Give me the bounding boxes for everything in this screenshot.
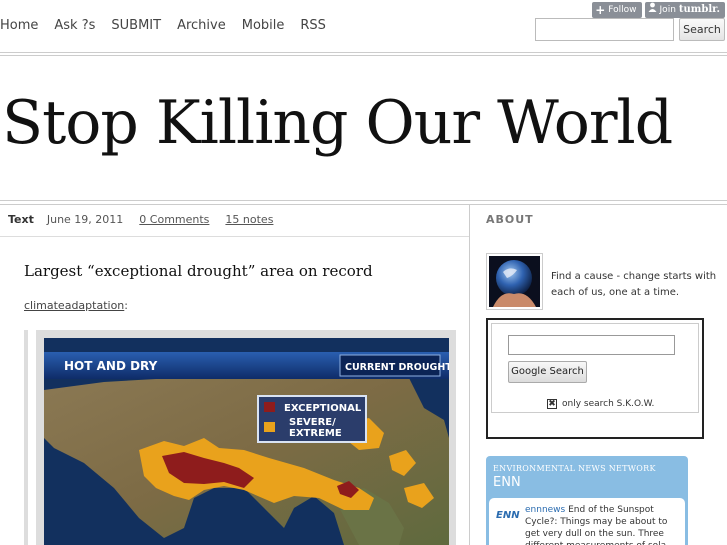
enn-item-text: ennnews End of the Sunspot Cycle?: Thing…	[525, 504, 682, 545]
meta-divider	[0, 236, 469, 237]
follow-label: Follow	[608, 5, 637, 15]
header-divider-bottom	[0, 55, 727, 56]
join-tumblr-button[interactable]: Join tumblr.	[644, 2, 725, 18]
follow-button[interactable]: + Follow	[592, 2, 642, 18]
search-button[interactable]: Search	[679, 18, 725, 41]
tumblr-brand: tumblr.	[678, 4, 720, 15]
nav-rss[interactable]: RSS	[300, 18, 326, 33]
notes-link[interactable]: 15 notes	[225, 213, 273, 226]
site-only-label: only search S.K.O.W.	[562, 399, 655, 409]
user-icon	[648, 2, 657, 18]
enn-logo: ENN	[496, 510, 520, 521]
site-title[interactable]: Stop Killing Our World	[2, 88, 673, 158]
nav-submit[interactable]: SUBMIT	[111, 18, 161, 33]
blockquote-bar	[24, 330, 28, 545]
top-nav: Home Ask ?s SUBMIT Archive Mobile RSS	[0, 18, 342, 33]
join-label: Join	[659, 5, 676, 15]
map-header-left: HOT AND DRY	[64, 359, 158, 373]
about-text: Find a cause - change starts with each o…	[551, 271, 717, 298]
nav-home[interactable]: Home	[0, 18, 38, 33]
google-search-button[interactable]: Google Search	[508, 361, 587, 383]
post-meta: Text June 19, 2011 0 Comments 15 notes	[8, 213, 289, 226]
legend-label-severe: SEVERE/	[289, 417, 336, 428]
map-header-right: CURRENT DROUGHT	[345, 362, 449, 373]
header-divider-top	[0, 52, 727, 53]
nav-ask[interactable]: Ask ?s	[54, 18, 95, 33]
enn-item-source[interactable]: ennnews	[525, 505, 565, 515]
avatar[interactable]	[486, 253, 543, 310]
legend-label-exceptional: EXCEPTIONAL	[284, 403, 362, 414]
checkbox-icon[interactable]: ✖	[547, 399, 557, 409]
column-divider	[469, 204, 470, 545]
enn-title[interactable]: ENN	[493, 475, 521, 490]
legend-swatch-exceptional	[264, 402, 275, 412]
nav-archive[interactable]: Archive	[177, 18, 226, 33]
google-search-input[interactable]	[508, 335, 675, 355]
enn-widget: ENVIRONMENTAL NEWS NETWORK ENN ENN ennne…	[486, 456, 688, 545]
source-link[interactable]: climateadaptation	[24, 299, 124, 312]
nav-mobile[interactable]: Mobile	[242, 18, 285, 33]
title-divider-bottom	[0, 204, 727, 205]
drought-map-image: HOT AND DRY CURRENT DROUGHT EXCEPTIONAL …	[44, 338, 449, 545]
comments-link[interactable]: 0 Comments	[139, 213, 209, 226]
post-title: Largest “exceptional drought” area on re…	[24, 262, 373, 280]
enn-feed-item[interactable]: ENN ennnews End of the Sunspot Cycle?: T…	[489, 498, 685, 545]
about-heading: ABOUT	[486, 213, 534, 226]
enn-network-name: ENVIRONMENTAL NEWS NETWORK	[493, 464, 656, 473]
post-type: Text	[8, 213, 34, 226]
search-input[interactable]	[535, 18, 674, 41]
source-suffix: :	[124, 299, 128, 312]
google-search-widget: Google Search ✖ only search S.K.O.W.	[486, 318, 704, 439]
legend-swatch-severe	[264, 422, 275, 432]
legend-label-extreme: EXTREME	[289, 428, 342, 439]
title-divider-top	[0, 200, 727, 201]
post-date[interactable]: June 19, 2011	[47, 213, 123, 226]
post-source: climateadaptation:	[24, 299, 128, 312]
tumblr-controls: + Follow Join tumblr.	[592, 2, 725, 18]
site-only-option[interactable]: ✖ only search S.K.O.W.	[547, 399, 654, 409]
plus-icon: +	[595, 3, 606, 17]
